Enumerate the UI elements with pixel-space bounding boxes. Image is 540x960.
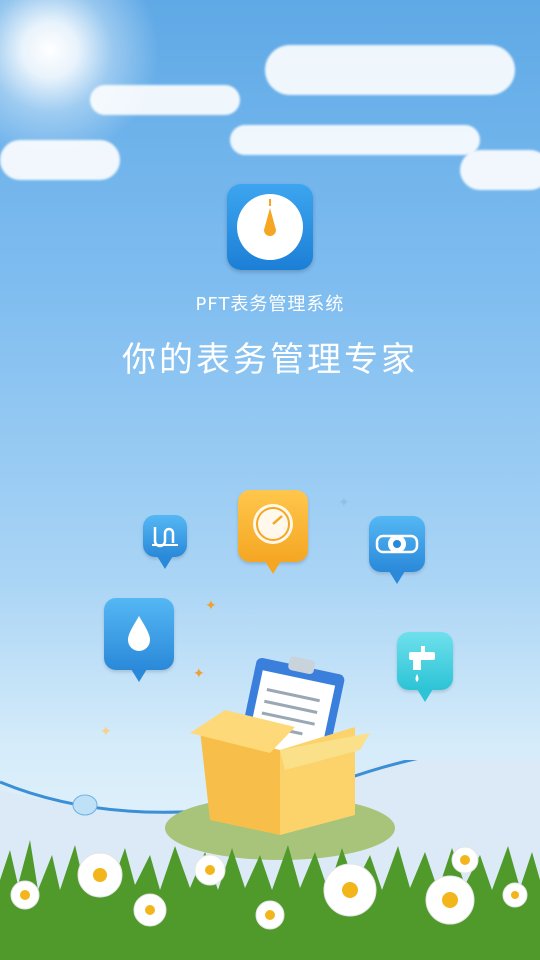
- cloud: [0, 140, 120, 180]
- gauge-icon: [238, 490, 308, 574]
- app-slogan: 你的表务管理专家: [122, 340, 418, 380]
- sparkle: ✦: [205, 598, 217, 614]
- cloud: [460, 150, 540, 190]
- cloud: [230, 125, 480, 155]
- sparkle: ✦: [338, 495, 350, 511]
- water-drop-icon: [104, 598, 174, 682]
- cloud: [265, 45, 515, 95]
- gauge-icon: [237, 194, 303, 260]
- meter-icon: [143, 515, 187, 569]
- sparkle: ✦: [100, 724, 112, 740]
- app-name: PFT表务管理系统: [195, 294, 345, 315]
- faucet-icon: [397, 632, 453, 702]
- app-logo: [227, 184, 313, 270]
- cloud: [90, 85, 240, 115]
- box-icon: [190, 656, 370, 835]
- flow-meter-icon: [369, 516, 425, 584]
- splash-screen: PFT表务管理系统 你的表务管理专家 ✦ ✦ ✦ ✦ ✦: [0, 0, 540, 960]
- sun: [0, 0, 160, 160]
